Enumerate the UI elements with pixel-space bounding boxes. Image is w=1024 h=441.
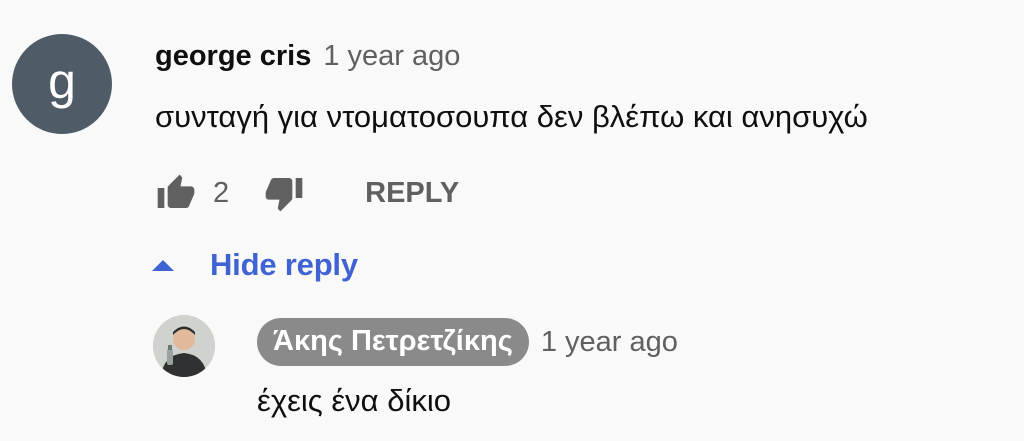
comment-timestamp[interactable]: 1 year ago [323, 40, 460, 73]
caret-up-icon [152, 259, 174, 271]
comment-header: george cris 1 year ago [155, 40, 460, 73]
reply-header: Άκης Πετρετζίκης 1 year ago [257, 318, 678, 366]
thumbs-up-icon [157, 174, 195, 208]
reply-button[interactable]: REPLY [365, 177, 459, 210]
person-photo-icon [153, 315, 215, 377]
avatar-letter: g [48, 53, 76, 109]
comment-thread: g george cris 1 year ago συνταγή για ντο… [0, 0, 1024, 441]
dislike-button[interactable] [263, 172, 305, 214]
avatar[interactable]: g [12, 34, 112, 134]
hide-replies-label: Hide reply [210, 247, 358, 282]
like-button[interactable] [155, 172, 197, 214]
reply-timestamp[interactable]: 1 year ago [541, 326, 678, 359]
comment-text: συνταγή για ντοματοσουπα δεν βλέπω και α… [155, 99, 868, 134]
reply-avatar[interactable] [153, 315, 215, 377]
comment-author[interactable]: george cris [155, 40, 311, 73]
like-count: 2 [213, 176, 230, 209]
comment-action-bar: 2 REPLY [155, 168, 459, 218]
reply-text: έχεις ένα δίκιο [257, 383, 451, 418]
thumbs-down-icon [265, 178, 303, 212]
hide-replies-button[interactable]: Hide reply [150, 242, 358, 288]
reply-author-badge[interactable]: Άκης Πετρετζίκης [257, 318, 529, 366]
